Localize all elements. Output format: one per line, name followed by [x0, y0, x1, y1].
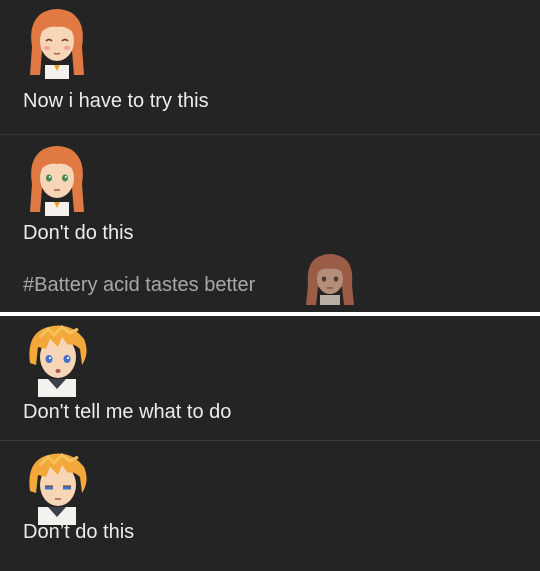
post-item[interactable]: Don’t do this — [0, 441, 540, 571]
red-haired-girl-faded-avatar — [306, 254, 354, 305]
post-tag[interactable]: #Battery acid tastes better — [23, 273, 255, 297]
post-item[interactable]: Don't do this #Battery acid tastes bette… — [0, 135, 540, 312]
post-message: Don't do this — [23, 222, 134, 244]
post-item[interactable]: Don't tell me what to do — [0, 316, 540, 440]
post-item[interactable]: Now i have to try this — [0, 0, 540, 134]
thread-panel-top: Now i have to try this Don't do this #Ba… — [0, 0, 540, 312]
post-message: Don’t do this — [23, 521, 135, 543]
post-message: Now i have to try this — [23, 90, 209, 112]
smiling-red-haired-girl-avatar[interactable] — [18, 3, 96, 81]
blonde-boy-sleepy-avatar[interactable] — [18, 447, 96, 525]
blonde-boy-worried-avatar[interactable] — [18, 319, 96, 397]
thread-panel-bottom: Don't tell me what to do Don’t do this — [0, 316, 540, 571]
post-message: Don't tell me what to do — [23, 401, 232, 423]
red-haired-girl-avatar[interactable] — [18, 140, 96, 218]
